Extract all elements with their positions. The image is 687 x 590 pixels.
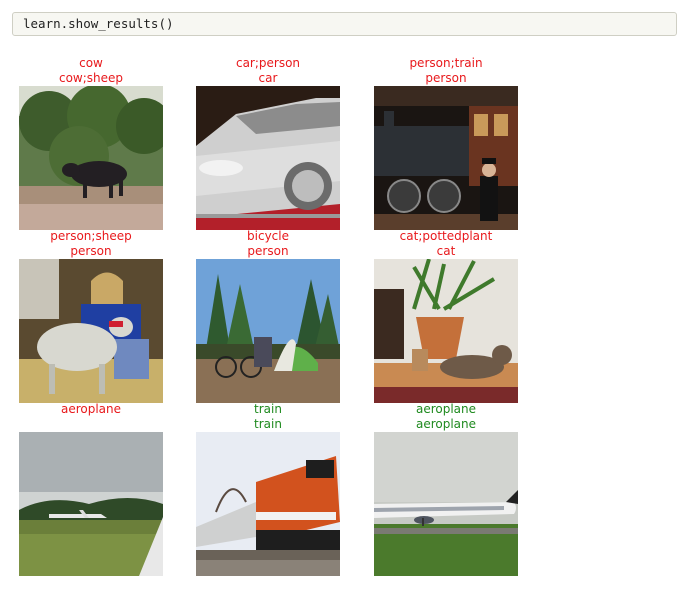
result-item: person;train person [374,56,518,230]
result-caption: person;sheep person [19,229,163,259]
prediction-label: train [254,417,282,431]
result-image-car [196,86,340,230]
result-caption: aeroplane aeroplane [374,402,518,432]
prediction-label: cow;sheep [58,71,124,85]
target-label: train [254,402,282,416]
target-label: person;train [409,56,483,70]
target-label: bicycle [247,229,289,243]
result-caption: bicycle person [196,229,340,259]
target-label: aeroplane [415,402,477,416]
prediction-label: person [247,244,289,258]
result-item: aeroplane aeroplane [374,402,518,576]
prediction-label: aeroplane [415,417,477,431]
result-image-airfield [19,432,163,576]
result-item: cow cow;sheep [19,56,163,230]
target-label: person;sheep [50,229,132,243]
result-item: aeroplane [19,402,163,576]
prediction-label: person [425,71,467,85]
result-caption: aeroplane [19,402,163,432]
result-item: bicycle person [196,229,340,403]
target-label: cat;pottedplant [399,229,493,243]
result-image-cat-plant [374,259,518,403]
prediction-label: car [258,71,278,85]
code-text: learn.show_results() [23,16,174,31]
result-image-freight-train [196,432,340,576]
result-item: train train [196,402,340,576]
target-label: car;person [235,56,301,70]
result-image-sheep-woman [19,259,163,403]
result-image-locomotive [374,86,518,230]
result-image-cow [19,86,163,230]
result-caption: train train [196,402,340,432]
result-item: car;person car [196,56,340,230]
code-cell[interactable]: learn.show_results() [12,12,677,36]
result-caption: car;person car [196,56,340,86]
result-caption: cow cow;sheep [19,56,163,86]
result-image-airliner [374,432,518,576]
result-caption: person;train person [374,56,518,86]
target-label: aeroplane [60,402,122,416]
target-label: cow [79,56,103,70]
prediction-label: person [70,244,112,258]
result-image-camping [196,259,340,403]
result-item: cat;pottedplant cat [374,229,518,403]
prediction-label: cat [436,244,456,258]
result-item: person;sheep person [19,229,163,403]
result-caption: cat;pottedplant cat [374,229,518,259]
